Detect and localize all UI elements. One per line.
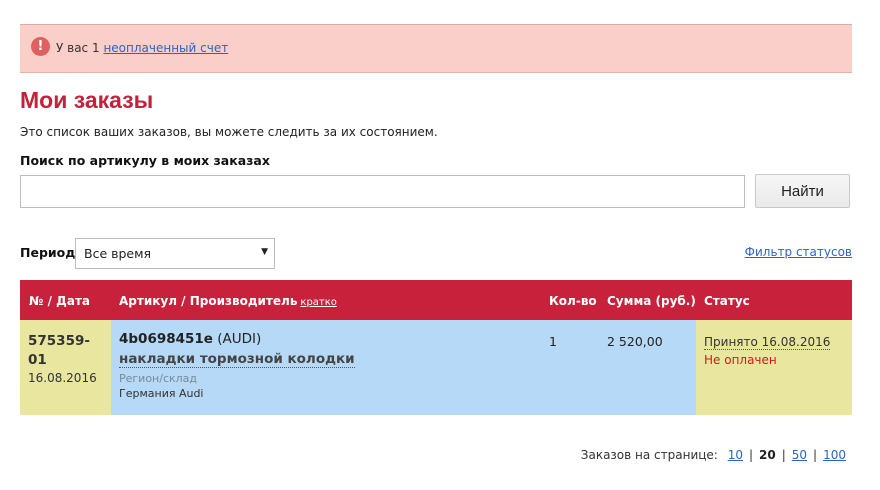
dropdown-arrow-icon: ▼ xyxy=(261,247,268,257)
order-number-cell: 575359-01 16.08.2016 xyxy=(20,320,111,415)
manufacturer: (AUDI) xyxy=(217,331,262,347)
article-cell: 4b0698451e (AUDI) накладки тормозной кол… xyxy=(111,320,696,415)
search-label: Поиск по артикулу в моих заказах xyxy=(20,153,270,168)
status-cell: Принято 16.08.2016 Не оплачен xyxy=(696,320,852,415)
period-select[interactable]: Все время ▼ xyxy=(75,238,275,269)
pager-separator: | xyxy=(748,448,754,462)
header-status: Статус xyxy=(704,294,750,308)
header-qty: Кол-во xyxy=(549,294,597,308)
per-page-10[interactable]: 10 xyxy=(728,448,743,462)
per-page-100[interactable]: 100 xyxy=(823,448,846,462)
pager-separator: | xyxy=(813,448,818,462)
alert-prefix: У вас 1 xyxy=(56,41,100,55)
page-title: Мои заказы xyxy=(20,87,154,113)
pager-label: Заказов на странице: xyxy=(580,448,718,462)
status-filter-link[interactable]: Фильтр статусов xyxy=(745,245,852,259)
order-date: 16.08.2016 xyxy=(28,371,97,385)
period-label: Период: xyxy=(20,245,81,260)
region-value: Германия Audi xyxy=(119,387,204,400)
header-number-date: № / Дата xyxy=(29,294,91,308)
order-sum: 2 520,00 xyxy=(607,334,663,349)
table-row[interactable]: 575359-01 16.08.2016 4b0698451e (AUDI) н… xyxy=(20,320,852,415)
article-short-toggle[interactable]: кратко xyxy=(300,297,337,308)
region-label: Регион/склад xyxy=(119,372,198,385)
orders-table-header: № / Дата Артикул / Производитель кратко К… xyxy=(20,280,852,320)
header-article: Артикул / Производитель кратко xyxy=(119,294,337,308)
order-status[interactable]: Принято 16.08.2016 xyxy=(704,335,831,350)
alert-text: У вас 1 неоплаченный счет xyxy=(56,41,228,55)
unpaid-invoice-alert: ! У вас 1 неоплаченный счет xyxy=(20,24,852,73)
article-search-input[interactable] xyxy=(20,175,745,208)
period-selected-value: Все время xyxy=(84,246,152,261)
per-page-20-current: 20 xyxy=(759,448,776,462)
payment-status: Не оплачен xyxy=(704,353,777,367)
article-number: 4b0698451e xyxy=(119,331,213,347)
search-button[interactable]: Найти xyxy=(755,174,850,208)
exclamation-icon: ! xyxy=(31,37,50,56)
header-article-label: Артикул / Производитель xyxy=(119,294,298,308)
page-description: Это список ваших заказов, вы можете след… xyxy=(20,125,438,139)
unpaid-invoice-link[interactable]: неоплаченный счет xyxy=(103,41,228,55)
pager-separator: | xyxy=(781,448,786,462)
article-name[interactable]: накладки тормозной колодки xyxy=(119,351,355,368)
article-code: 4b0698451e (AUDI) xyxy=(119,331,261,347)
per-page-pager: Заказов на странице: 10 | 20 | 50 | 100 xyxy=(581,448,852,462)
per-page-50[interactable]: 50 xyxy=(792,448,807,462)
quantity: 1 xyxy=(549,334,557,349)
header-sum: Сумма (руб.) xyxy=(607,294,696,308)
order-id[interactable]: 575359-01 xyxy=(28,332,104,370)
